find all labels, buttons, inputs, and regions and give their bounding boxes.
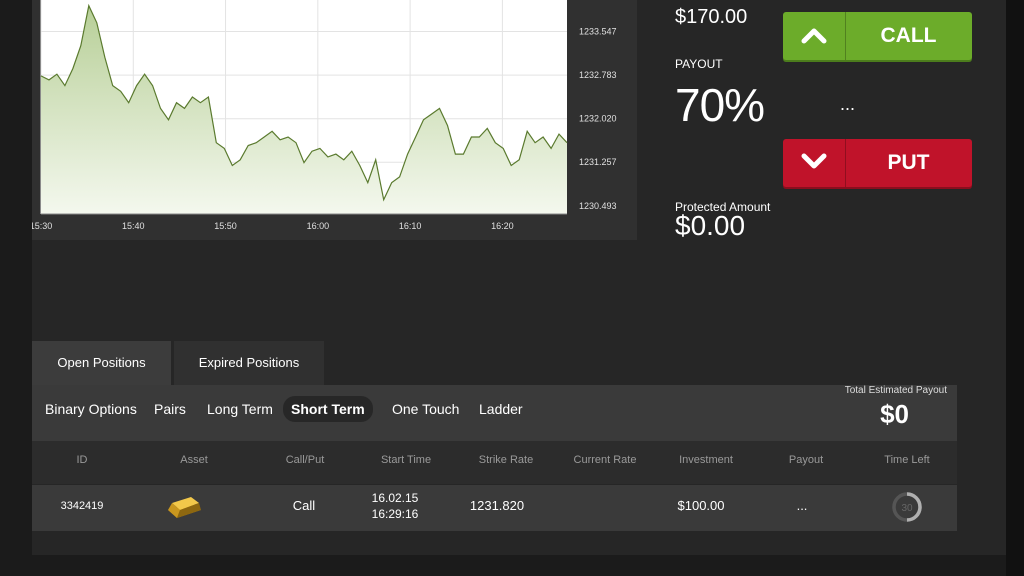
- position-start-date: 16.02.15: [371, 491, 419, 505]
- x-tick-label: 15:40: [122, 221, 145, 231]
- position-id: 3342419: [60, 500, 104, 512]
- x-tick-label: 15:50: [214, 221, 237, 231]
- call-icon-area: [783, 12, 846, 60]
- put-icon-area: [783, 139, 846, 187]
- total-payout-label: Total Estimated Payout: [844, 385, 947, 396]
- x-tick-label: 16:20: [491, 221, 514, 231]
- filter-bar: Binary Options Pairs Long Term Short Ter…: [32, 385, 957, 441]
- call-label: CALL: [880, 24, 937, 47]
- chart-panel: 1233.547 1232.783 1232.020 1231.257 1230.493…: [32, 0, 637, 240]
- y-tick-label: 1231.257: [579, 157, 617, 167]
- col-asset: Asset: [180, 454, 208, 466]
- col-start-time: Start Time: [380, 454, 432, 466]
- y-tick-label: 1232.783: [579, 70, 617, 80]
- chevron-up-icon: [801, 28, 827, 44]
- investment-amount: $170.00: [675, 6, 748, 28]
- y-tick-label: 1233.547: [579, 27, 617, 37]
- x-tick-label: 16:10: [399, 221, 422, 231]
- filter-one-touch[interactable]: One Touch: [392, 401, 459, 417]
- table-row[interactable]: 3342419 Call 16.02.15 16:29:16 1231.820 …: [32, 485, 957, 531]
- payout-label: PAYOUT: [675, 57, 723, 71]
- position-start-time: 16:29:16: [371, 507, 419, 521]
- position-investment: $100.00: [677, 498, 725, 513]
- put-label: PUT: [887, 151, 930, 174]
- position-direction: Call: [292, 498, 316, 513]
- filter-short-term[interactable]: Short Term: [283, 396, 373, 422]
- tab-expired-positions[interactable]: Expired Positions: [174, 341, 324, 385]
- protected-amount-value: $0.00: [675, 210, 746, 241]
- col-time-left: Time Left: [884, 454, 930, 466]
- y-tick-label: 1232.020: [579, 114, 617, 124]
- col-id: ID: [76, 454, 88, 466]
- filter-binary-options[interactable]: Binary Options: [45, 401, 137, 417]
- x-tick-label: 16:00: [307, 221, 330, 231]
- put-button[interactable]: PUT: [783, 139, 972, 187]
- filter-long-term[interactable]: Long Term: [207, 401, 273, 417]
- payout-percent: 70%: [675, 79, 765, 131]
- col-call-put: Call/Put: [285, 454, 325, 466]
- filter-pairs[interactable]: Pairs: [154, 401, 186, 417]
- payout-amount: ...: [840, 94, 856, 114]
- col-current-rate: Current Rate: [573, 454, 637, 466]
- col-investment: Investment: [679, 454, 733, 466]
- gold-bar-icon: [168, 497, 201, 518]
- call-button[interactable]: CALL: [783, 12, 972, 60]
- time-left-value: 30: [901, 503, 913, 514]
- time-left-gauge: 30: [892, 492, 922, 522]
- chevron-down-icon: [801, 153, 827, 169]
- y-tick-label: 1230.493: [579, 201, 617, 211]
- total-payout-value: $0: [880, 399, 909, 429]
- window-edge: [1006, 0, 1024, 576]
- position-payout: ...: [796, 498, 808, 513]
- tab-open-positions[interactable]: Open Positions: [32, 341, 171, 385]
- table-header: ID Asset Call/Put Start Time Strike Rate…: [32, 441, 957, 484]
- col-payout: Payout: [788, 454, 824, 466]
- position-strike-rate: 1231.820: [469, 498, 525, 513]
- col-strike-rate: Strike Rate: [478, 454, 534, 466]
- price-chart: 1233.547 1232.783 1232.020 1231.257 1230.493…: [32, 0, 617, 231]
- filter-ladder[interactable]: Ladder: [479, 401, 523, 417]
- x-tick-label: 15:30: [32, 221, 52, 231]
